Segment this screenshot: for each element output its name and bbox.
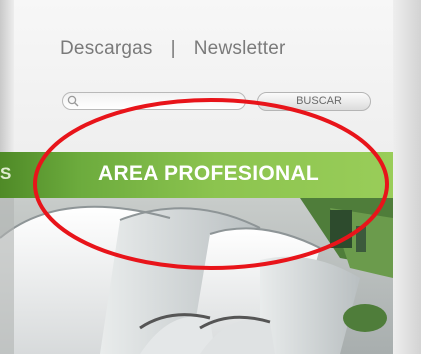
search-icon [67, 95, 79, 107]
download-link[interactable]: Descargas [60, 38, 153, 60]
banner-title: AREA PROFESIONAL [98, 162, 320, 185]
hero-photo-illustration [0, 198, 393, 354]
newsletter-link[interactable]: Newsletter [194, 38, 286, 60]
banner-fragment-text: S [0, 164, 12, 183]
right-shadow [393, 0, 421, 354]
hero-photo [0, 198, 393, 354]
link-separator: | [170, 38, 176, 59]
page-frame: Descargas | Newsletter BUSCAR S AREA PROFE… [0, 0, 421, 354]
professional-area-banner[interactable]: S AREA PROFESIONAL [0, 152, 393, 198]
header-area [14, 0, 393, 150]
header-links: Descargas | Newsletter [60, 38, 286, 60]
search-input[interactable] [62, 92, 246, 110]
search-button[interactable]: BUSCAR [257, 92, 371, 111]
